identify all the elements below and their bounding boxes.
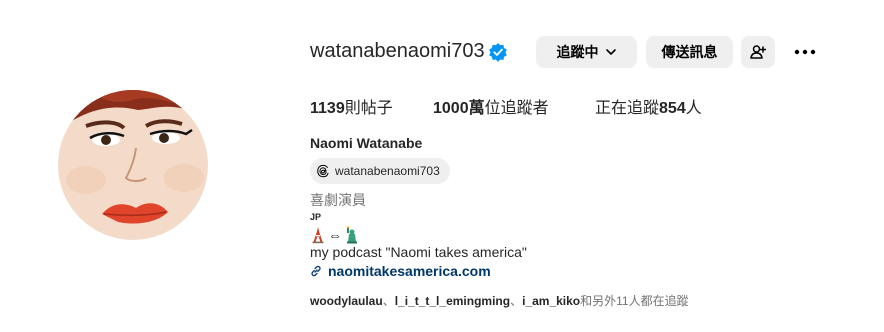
followed-by-summary[interactable]: woodylaulau、l_i_t_t_l_emingming、i_am_kik… (310, 292, 689, 309)
verified-badge-icon (489, 43, 507, 62)
following-prefix: 正在追蹤 (595, 100, 660, 117)
message-button[interactable]: 傳送訊息 (646, 36, 733, 68)
chevron-down-icon (605, 49, 616, 55)
full-name: Naomi Watanabe (310, 135, 423, 151)
profile-header-row: watanabenaomi703 追蹤中 傳送訊息 (310, 36, 870, 68)
link-icon (311, 265, 321, 277)
profile-avatar[interactable] (58, 90, 208, 240)
profile-info: watanabenaomi703 追蹤中 傳送訊息 1139則帖子 1000萬位… (310, 0, 870, 332)
followed-by-suffix: 和另外11人都在追蹤 (580, 294, 689, 308)
threads-handle: watanabenaomi703 (335, 164, 440, 178)
following-button-label: 追蹤中 (556, 44, 599, 60)
statue-of-liberty-icon (346, 226, 357, 244)
bio-country: JP (310, 212, 322, 222)
following-suffix: 人 (685, 100, 702, 117)
profile-category: 喜劇演員 (310, 192, 366, 208)
username: watanabenaomi703 (310, 40, 485, 62)
add-user-icon (750, 45, 766, 59)
threads-link[interactable]: watanabenaomi703 (310, 158, 450, 184)
separator: 、 (510, 294, 523, 308)
tokyo-tower-icon (312, 227, 324, 244)
posts-stat: 1139則帖子 (310, 94, 393, 118)
posts-label: 則帖子 (344, 100, 393, 117)
followers-count: 1000萬 (433, 100, 485, 117)
bio-website-link[interactable]: naomitakesamerica.com (310, 263, 491, 279)
bio-text: my podcast "Naomi takes america" (310, 244, 527, 260)
followers-label: 位追蹤者 (484, 100, 549, 117)
separator: 、 (382, 294, 395, 308)
mutual-user-3[interactable]: i_am_kiko (522, 294, 580, 308)
followers-stat[interactable]: 1000萬位追蹤者 (433, 94, 549, 118)
posts-count: 1139 (310, 100, 345, 117)
mutual-user-2[interactable]: l_i_t_t_l_emingming (395, 294, 510, 308)
add-user-button[interactable] (741, 36, 775, 68)
threads-icon (317, 164, 329, 178)
following-stat[interactable]: 正在追蹤854人 (595, 94, 702, 118)
bio-link-text: naomitakesamerica.com (328, 263, 491, 279)
following-count: 854 (659, 100, 686, 117)
bio-arrow: ⇔ (328, 227, 342, 243)
mutual-user-1[interactable]: woodylaulau (310, 294, 383, 308)
avatar-image (58, 90, 208, 240)
following-button[interactable]: 追蹤中 (536, 36, 637, 68)
bio-emoji-line: ⇔ (310, 226, 360, 244)
message-button-label: 傳送訊息 (661, 44, 718, 60)
more-options-icon[interactable] (794, 42, 816, 62)
